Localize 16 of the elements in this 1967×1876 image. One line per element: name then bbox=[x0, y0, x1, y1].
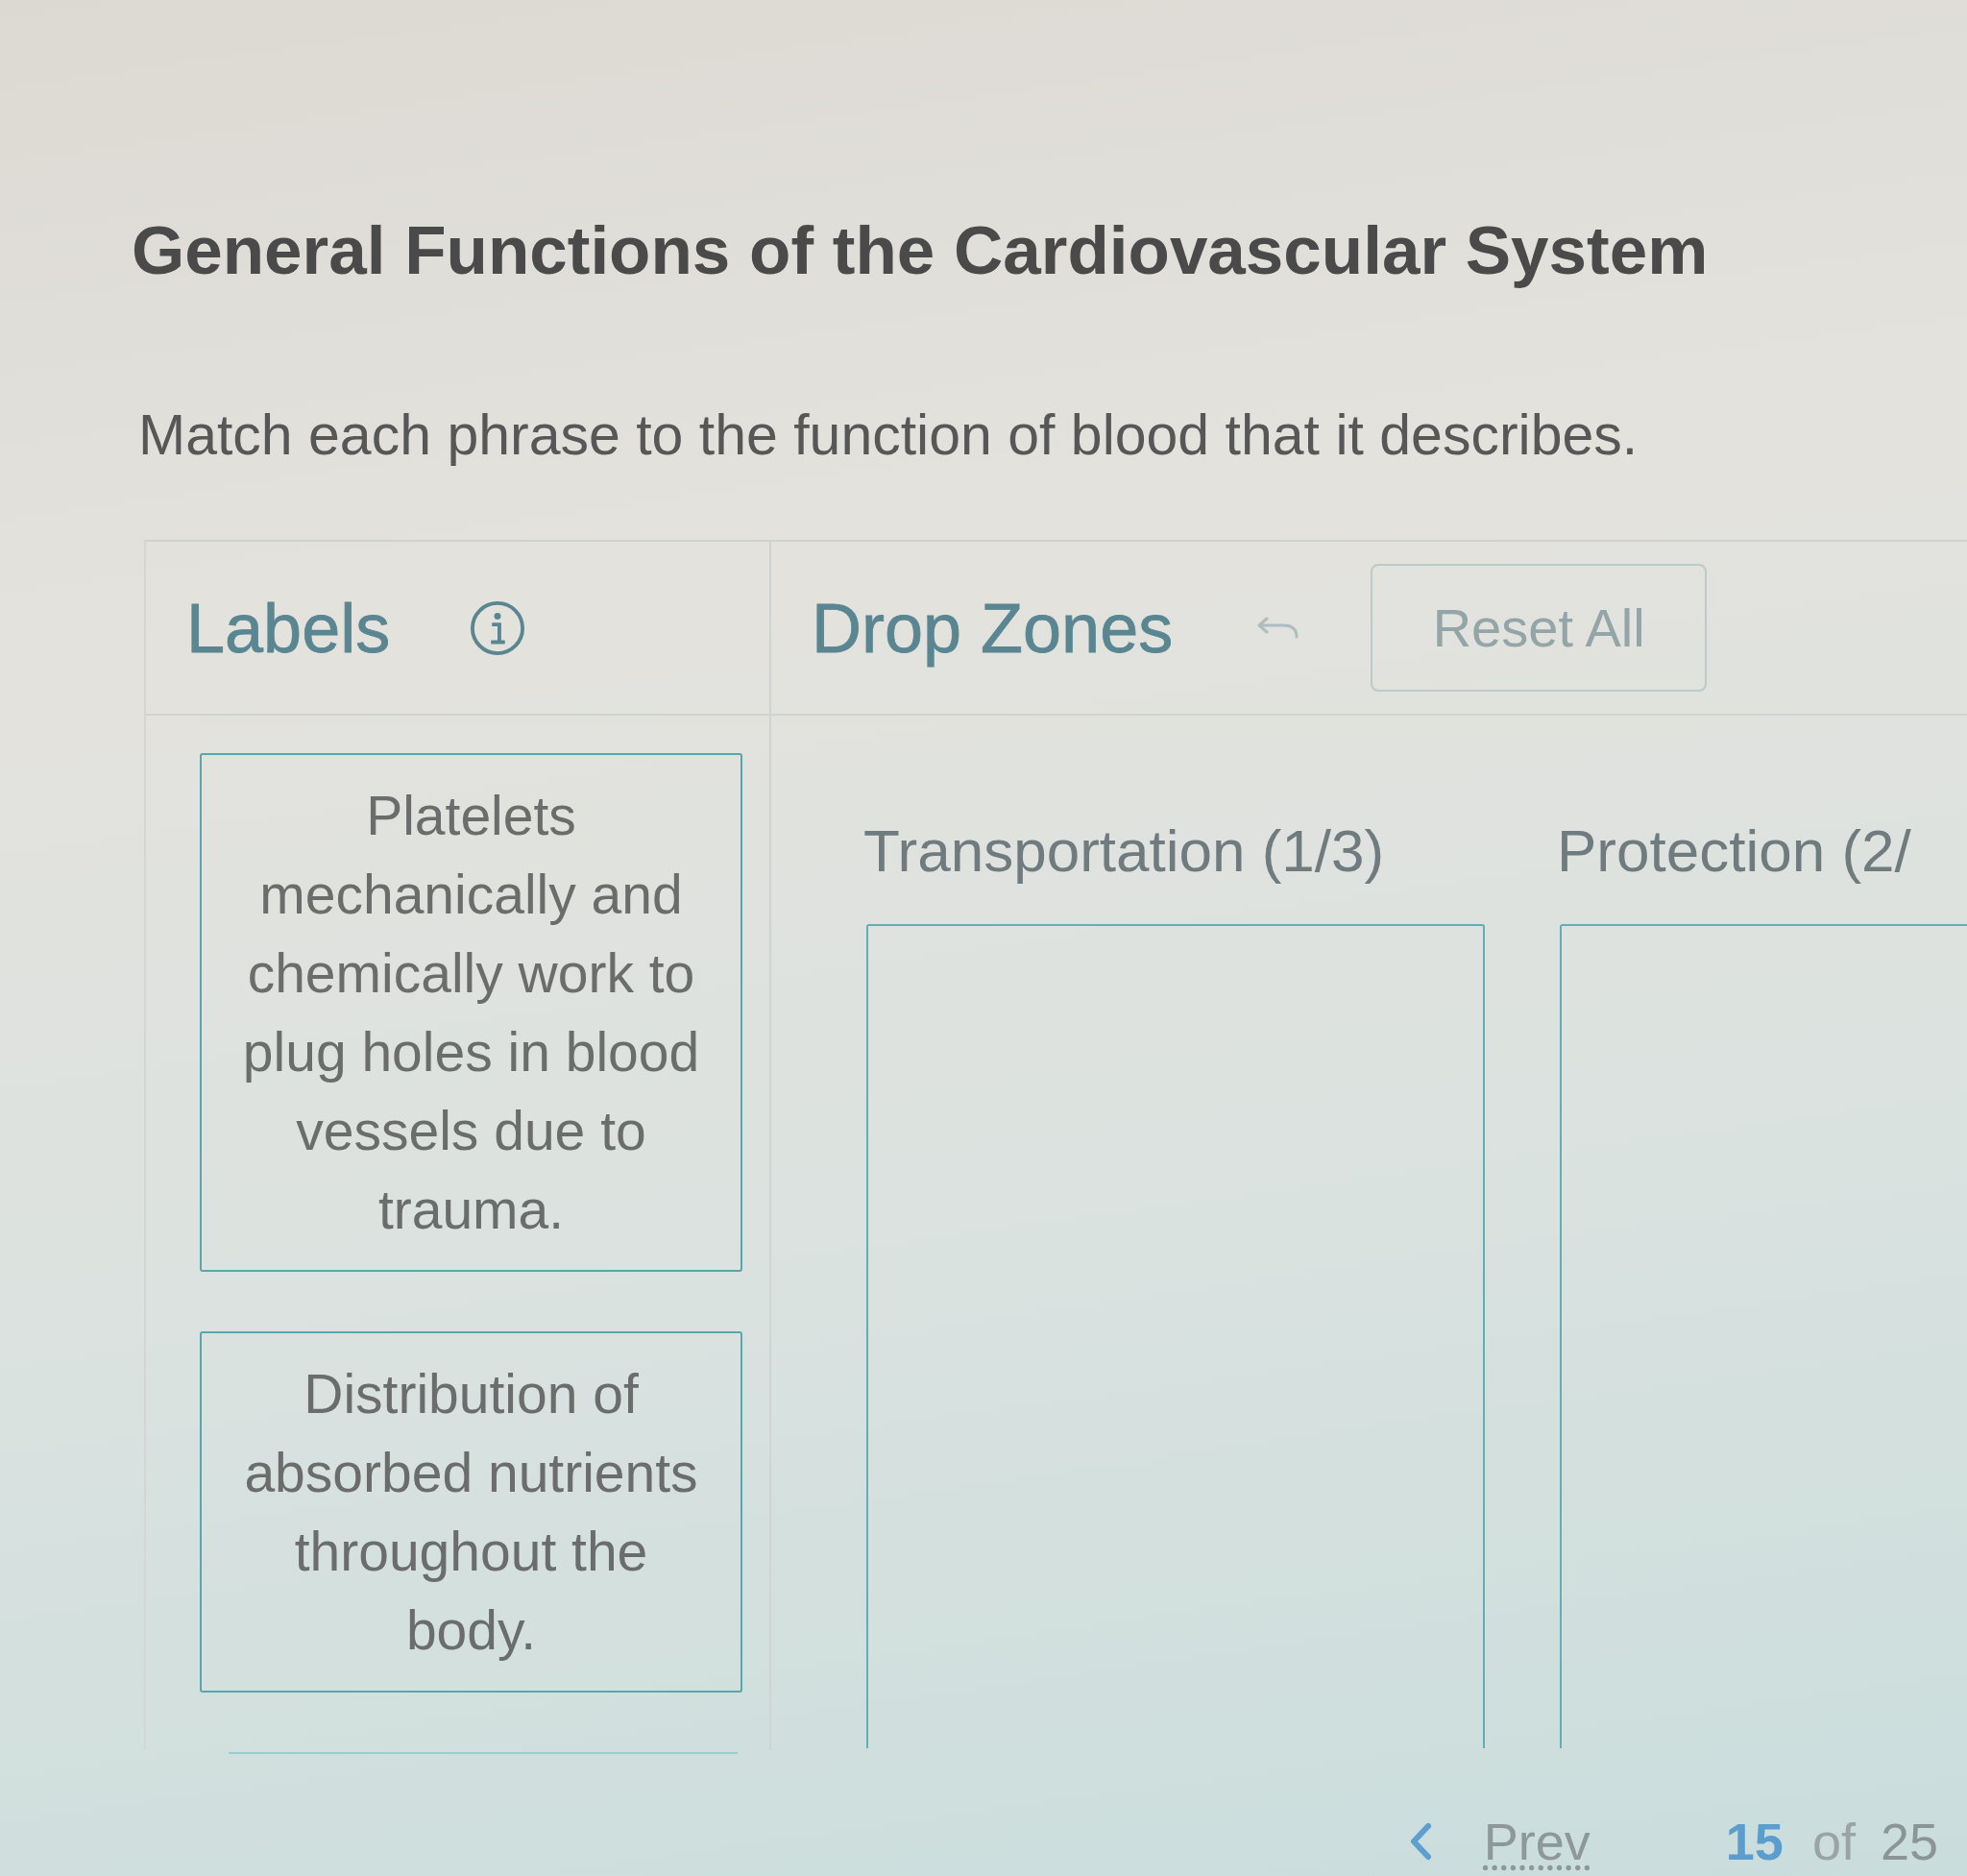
page-of-label: of bbox=[1811, 1813, 1856, 1870]
chevron-left-icon[interactable] bbox=[1408, 1822, 1432, 1861]
prev-link[interactable]: Prev bbox=[1408, 1813, 1591, 1870]
label-card[interactable]: Distribution of absorbed nutrients throughout the body. bbox=[200, 1331, 742, 1693]
label-card[interactable]: Platelets mechanically and chemically work to plug holes in blood vessels due to trauma. bbox=[200, 753, 742, 1272]
zone-title: Protection (2/ bbox=[1557, 816, 1911, 886]
drop-zones-heading: Drop Zones bbox=[812, 589, 1174, 667]
info-icon[interactable] bbox=[470, 599, 526, 656]
drop-zone[interactable] bbox=[1560, 924, 1967, 1748]
labels-heading: Labels bbox=[186, 589, 391, 667]
total-pages: 25 bbox=[1880, 1813, 1938, 1870]
current-page-number: 15 bbox=[1725, 1813, 1784, 1870]
page-title: General Functions of the Cardiovascular System bbox=[132, 211, 1709, 290]
drop-zone[interactable] bbox=[866, 924, 1485, 1748]
zone-title: Transportation (1/3) bbox=[863, 816, 1385, 886]
instructions-text: Match each phrase to the function of blood that it describes. bbox=[138, 402, 1639, 469]
